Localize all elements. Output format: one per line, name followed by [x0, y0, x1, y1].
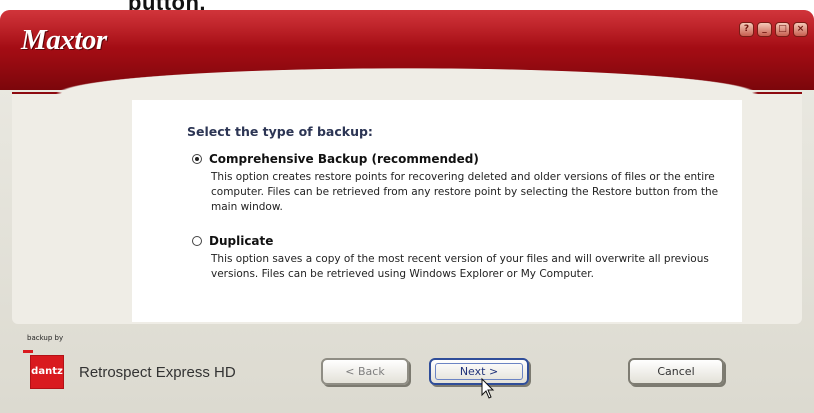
help-icon[interactable]: ? — [739, 22, 754, 37]
backup-by-label: backup by — [27, 334, 64, 342]
content-frame: Select the type of backup: Comprehensive… — [0, 64, 814, 324]
radio-comprehensive[interactable] — [192, 154, 202, 164]
option-duplicate[interactable]: Duplicate This option saves a copy of th… — [192, 234, 721, 282]
option-comprehensive[interactable]: Comprehensive Backup (recommended) This … — [192, 152, 721, 215]
title-bar-glow — [0, 10, 814, 48]
option-duplicate-row[interactable]: Duplicate — [192, 234, 721, 248]
dantz-logo: dantz — [23, 350, 63, 388]
cancel-button[interactable]: Cancel — [628, 358, 724, 385]
panel-heading: Select the type of backup: — [187, 124, 373, 139]
mouse-cursor-icon — [481, 377, 495, 399]
maximize-icon[interactable]: □ — [775, 22, 790, 37]
next-button-label: Next > — [435, 363, 523, 380]
option-duplicate-label[interactable]: Duplicate — [209, 234, 273, 248]
product-name: Retrospect Express HD — [79, 364, 236, 381]
close-icon[interactable]: × — [793, 22, 808, 37]
back-button[interactable]: < Back — [321, 358, 409, 385]
options-panel: Select the type of backup: Comprehensive… — [132, 100, 742, 322]
option-comprehensive-description: This option creates restore points for r… — [211, 171, 719, 213]
window-controls: ? _ □ × — [739, 22, 808, 37]
option-comprehensive-label[interactable]: Comprehensive Backup (recommended) — [209, 152, 479, 166]
footer-bar: backup by dantz Retrospect Express HD < … — [0, 323, 814, 413]
app-window: Maxtor ? _ □ × Select the type of backup… — [0, 10, 814, 413]
minimize-icon[interactable]: _ — [757, 22, 772, 37]
option-duplicate-description: This option saves a copy of the most rec… — [211, 253, 709, 280]
brand-logo: Maxtor — [21, 24, 107, 56]
radio-duplicate[interactable] — [192, 236, 202, 246]
option-comprehensive-row[interactable]: Comprehensive Backup (recommended) — [192, 152, 721, 166]
next-button[interactable]: Next > — [429, 358, 529, 385]
